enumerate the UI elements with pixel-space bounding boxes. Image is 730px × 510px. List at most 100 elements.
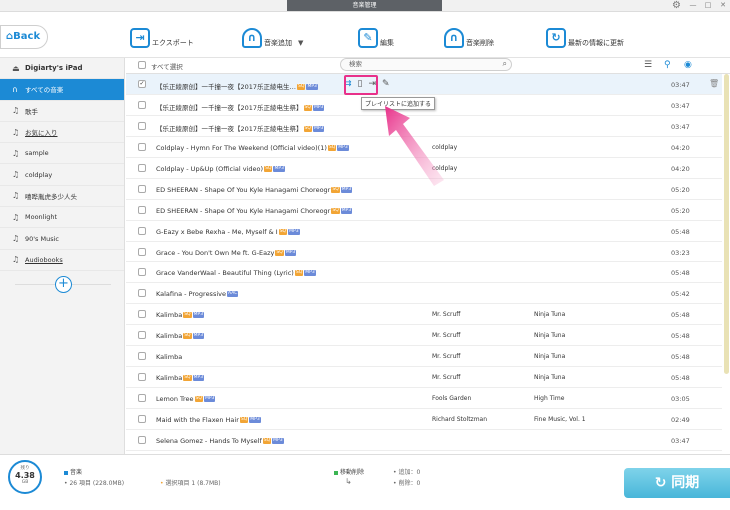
row-duration: 03:47 [671,436,690,445]
headphones-delete-icon: ∩ [444,28,464,48]
row-checkbox[interactable] [138,226,146,235]
row-checkbox[interactable] [138,310,146,319]
sidebar-item-all-music[interactable]: ∩ すべての音楽 [0,79,124,101]
add-music-button[interactable]: ∩ 音楽追加 ▼ [242,26,303,50]
table-row[interactable]: Maid with the Flaxen Hair SQ MP3 Richard St… [126,409,722,430]
back-button[interactable]: ⌂Back [0,25,48,49]
export-button[interactable]: ⇥ エクスポート [130,26,194,50]
sidebar-item-label: すべての音楽 [25,86,64,95]
user-transfer-icon[interactable]: ⚲ [664,58,671,72]
sidebar: ⏏ Digiarty's iPad ∩ すべての音楽 ♫ 歌手 ♫ お気に入り ♫ sam… [0,58,125,454]
row-duration: 05:20 [671,185,690,194]
window-title: 音楽管理 [287,0,442,11]
row-album: Ninja Tuna [534,374,566,382]
format-badge: MP3 [192,312,205,319]
quality-badge: SQ [294,270,304,277]
sidebar-item-playlist-6[interactable]: ♫ 嘻哗胤虎多少人头 [0,186,124,208]
sync-label: 同期 [671,475,700,491]
items-count: • 26 項目 (228.0MB) [64,480,125,487]
table-row[interactable]: Selena Gomez - Hands To Myself SQ MP3 03:47 [126,430,722,451]
itunes-icon[interactable]: ◉ [684,58,692,72]
table-row[interactable]: Kalafina - Progressive AAC 05:42 [126,283,722,305]
sidebar-item-artist[interactable]: ♫ 歌手 [0,101,124,122]
row-checkbox[interactable] [138,121,146,130]
table-row[interactable]: ✓ 【乐正綾原创】一千撞一夜【2017乐正綾电生… SQ MP3 03:47 🗑 ⇉ ▯ ⇥ ✎ [126,74,722,95]
add-playlist-button[interactable]: + [55,276,72,293]
sidebar-item-favorites[interactable]: ♫ お気に入り [0,122,124,144]
edit-button[interactable]: ✎ 編集 [358,26,394,50]
sidebar-item-sample[interactable]: ♫ sample [0,143,124,165]
delete-count: • 削除：0 [393,480,421,487]
sidebar-item-label: お気に入り [25,129,58,138]
row-duration: 03:47 [671,122,690,131]
row-checkbox[interactable] [138,205,146,214]
playlist-icon: ♫ [12,170,20,180]
row-checkbox[interactable] [138,142,146,151]
row-checkbox[interactable] [138,100,146,109]
row-title: Grace - You Don't Own Me ft. G-Eazy SQ MP3 [156,249,297,257]
search-placeholder: 検索 [349,60,362,68]
pending-color-swatch [334,470,338,475]
sidebar-item-label: 歌手 [25,107,38,116]
music-color-swatch [64,470,68,475]
table-row[interactable]: Grace VanderWaal - Beautiful Thing (Lyri… [126,262,722,284]
row-checkbox[interactable] [138,394,146,403]
settings-gear-icon[interactable]: ⚙ [672,0,681,11]
select-all-label: すべて選択 [151,63,183,71]
row-checkbox[interactable] [138,247,146,256]
row-checkbox[interactable] [138,163,146,172]
row-duration: 03:05 [671,395,690,404]
table-row[interactable]: Kalimba SQ MP3 Mr. Scruff Ninja Tuna 05:48 [126,367,722,389]
table-row[interactable]: Kalimba SQ MP3 Mr. Scruff Ninja Tuna 05:48 [126,304,722,326]
table-row[interactable]: Kalimba Mr. Scruff Ninja Tuna 05:48 [126,346,722,368]
delete-music-label: 音楽削除 [466,39,494,47]
selected-count: • 選択項目 1 (8.7MB) [160,480,221,487]
sidebar-item-90s-music[interactable]: ♫ 90's Music [0,228,124,250]
edit-icon[interactable]: ✎ [382,78,390,90]
row-checkbox[interactable]: ✓ [138,80,146,88]
headphones-icon: ∩ [242,28,262,48]
sync-button[interactable]: ↻ 同期 [624,468,730,498]
dropdown-arrow-icon[interactable]: ▼ [298,39,303,47]
title-text: Kalafina - Progressive [156,290,226,299]
sidebar-item-coldplay[interactable]: ♫ coldplay [0,164,124,186]
format-badge: MP3 [284,249,297,256]
table-row[interactable]: Grace - You Don't Own Me ft. G-Eazy SQ MP3… [126,242,722,263]
close-icon[interactable]: ✕ [718,0,728,10]
device-name: Digiarty's iPad [25,64,83,73]
table-row[interactable]: ED SHEERAN - Shape Of You Kyle Hanagami … [126,200,722,221]
minimize-icon[interactable]: — [688,0,698,10]
row-checkbox[interactable] [138,435,146,444]
list-view-icon[interactable]: ☰ [644,58,652,72]
select-all-checkbox[interactable] [138,61,146,69]
table-row[interactable]: Kalimba SQ MP3 Mr. Scruff Ninja Tuna 05:48 [126,325,722,347]
search-input[interactable]: 検索 ⌕ [340,58,512,71]
quality-badge: SQ [275,249,284,256]
format-badge: MP3 [312,125,325,132]
row-checkbox[interactable] [138,289,146,298]
storage-value: 4.38 [15,471,35,480]
table-row[interactable]: Lemon Tree SQ MP3 Fools Garden High Time 03:0… [126,388,722,409]
sidebar-item-moonlight[interactable]: ♫ Moonlight [0,207,124,229]
maximize-icon[interactable]: □ [703,0,713,10]
table-row[interactable]: G-Eazy x Bebe Rexha - Me, Myself & I SQ MP… [126,221,722,242]
format-badge: MP3 [340,207,353,214]
row-checkbox[interactable] [138,184,146,193]
scrollbar[interactable] [724,74,729,374]
row-checkbox[interactable] [138,331,146,340]
row-title: Lemon Tree SQ MP3 [156,395,216,403]
format-badge: MP3 [192,375,205,382]
row-checkbox[interactable] [138,268,146,277]
row-artist: Richard Stoltzman [432,416,488,423]
trash-icon[interactable]: 🗑 [709,79,719,88]
sidebar-item-audiobooks[interactable]: ♫ Audiobooks [0,250,124,271]
eject-icon[interactable]: ⏏ [12,64,25,73]
row-checkbox[interactable] [138,352,146,361]
search-icon[interactable]: ⌕ [503,58,507,69]
row-checkbox[interactable] [138,415,146,423]
row-checkbox[interactable] [138,373,146,382]
delete-music-button[interactable]: ∩ 音楽削除 [444,26,494,50]
edit-icon: ✎ [358,28,378,48]
row-duration: 05:48 [671,332,690,341]
refresh-button[interactable]: ↻ 最新の情報に更新 [546,26,624,50]
